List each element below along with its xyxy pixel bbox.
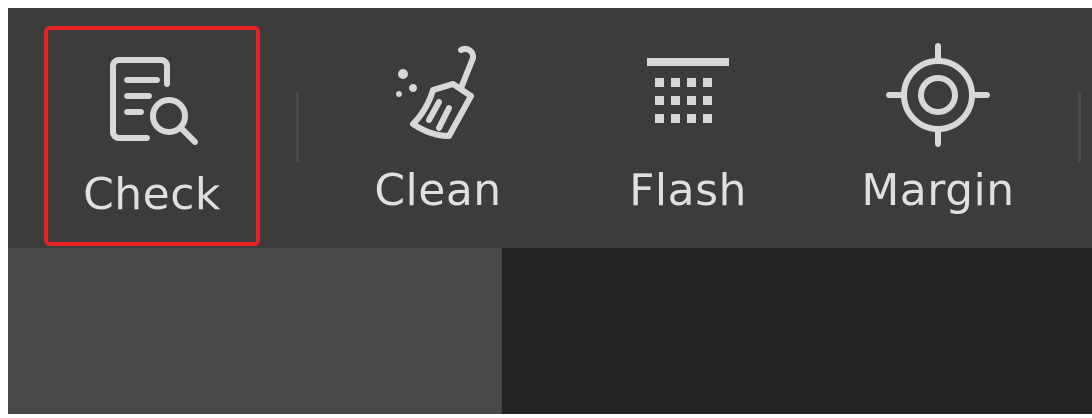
margin-target-icon	[883, 40, 993, 150]
clean-label: Clean	[374, 165, 502, 216]
check-label: Check	[83, 169, 221, 220]
left-panel	[8, 248, 502, 414]
toolbar: Check Clean Flash Margin	[8, 8, 1092, 248]
check-document-magnifier-icon	[97, 44, 207, 154]
workspace-canvas[interactable]	[502, 248, 1092, 414]
margin-button[interactable]: Margin	[848, 26, 1028, 246]
flash-button[interactable]: Flash	[618, 26, 758, 246]
clean-button[interactable]: Clean	[358, 26, 518, 246]
flash-label: Flash	[629, 165, 747, 216]
margin-label: Margin	[861, 165, 1015, 216]
check-button[interactable]: Check	[44, 26, 260, 246]
toolbar-divider	[1078, 92, 1081, 162]
app-window: Check Clean Flash Margin	[8, 8, 1092, 414]
toolbar-divider	[296, 92, 299, 162]
clean-brush-icon	[383, 40, 493, 150]
flash-grid-icon	[633, 40, 743, 150]
